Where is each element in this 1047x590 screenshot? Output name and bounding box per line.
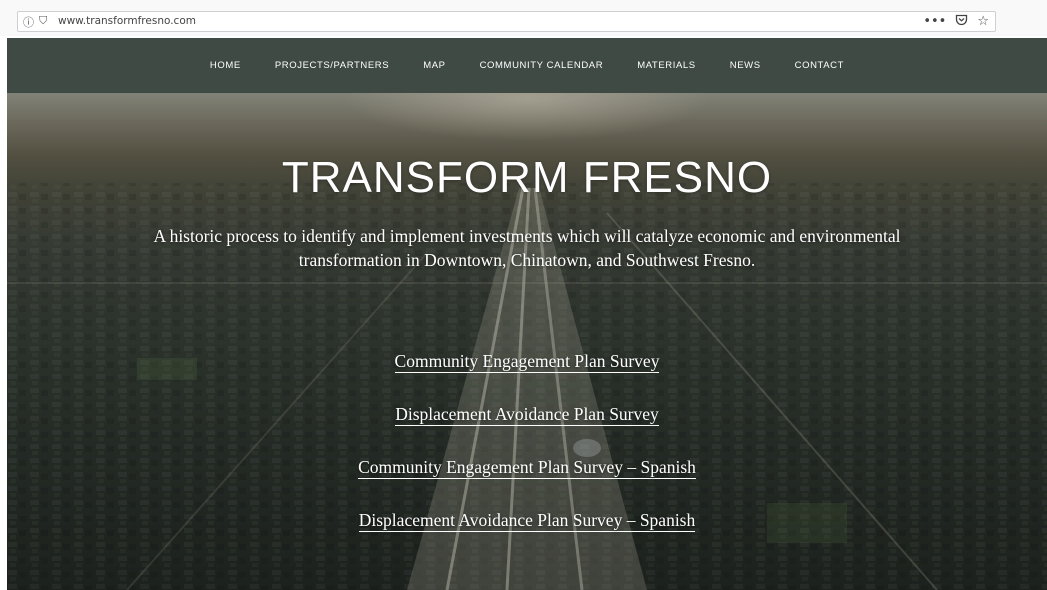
nav-item-projects-partners[interactable]: PROJECTS/PARTNERS bbox=[275, 60, 389, 71]
link-label[interactable]: Displacement Avoidance Plan Survey – Spa… bbox=[358, 510, 696, 532]
star-icon[interactable]: ☆ bbox=[977, 14, 989, 29]
browser-toolbar: ⓘ ⛉ www.transformfresno.com ••• ☆ bbox=[0, 0, 1047, 36]
link-label[interactable]: Community Engagement Plan Survey bbox=[394, 351, 660, 373]
address-bar-icons: ⓘ ⛉ bbox=[23, 14, 47, 30]
displacement-avoidance-survey-spanish-link[interactable]: Displacement Avoidance Plan Survey – Spa… bbox=[7, 510, 1047, 532]
nav-item-home[interactable]: HOME bbox=[210, 60, 241, 71]
nav-item-community-calendar[interactable]: COMMUNITY CALENDAR bbox=[480, 60, 604, 71]
info-icon[interactable]: ⓘ bbox=[23, 14, 34, 30]
address-bar-actions: ••• ☆ bbox=[923, 13, 989, 30]
nav-item-news[interactable]: NEWS bbox=[730, 60, 761, 71]
link-label[interactable]: Displacement Avoidance Plan Survey bbox=[395, 404, 659, 426]
nav-item-map[interactable]: MAP bbox=[423, 60, 445, 71]
shield-icon[interactable]: ⛉ bbox=[39, 14, 47, 30]
website: HOME PROJECTS/PARTNERS MAP COMMUNITY CAL… bbox=[7, 38, 1047, 590]
hero-section: TRANSFORM FRESNO A historic process to i… bbox=[7, 93, 1047, 590]
displacement-avoidance-survey-link[interactable]: Displacement Avoidance Plan Survey bbox=[7, 404, 1047, 426]
link-label[interactable]: Community Engagement Plan Survey – Spani… bbox=[358, 457, 696, 479]
nav-item-materials[interactable]: MATERIALS bbox=[637, 60, 696, 71]
community-engagement-survey-spanish-link[interactable]: Community Engagement Plan Survey – Spani… bbox=[7, 457, 1047, 479]
page-actions-menu-icon[interactable]: ••• bbox=[923, 14, 946, 29]
url-text[interactable]: www.transformfresno.com bbox=[58, 15, 196, 27]
main-nav: HOME PROJECTS/PARTNERS MAP COMMUNITY CAL… bbox=[7, 38, 1047, 93]
address-bar[interactable]: ⓘ ⛉ www.transformfresno.com ••• ☆ bbox=[17, 11, 996, 32]
hero-subtitle: A historic process to identify and imple… bbox=[153, 226, 901, 270]
pocket-icon[interactable] bbox=[955, 13, 968, 30]
page-title: TRANSFORM FRESNO bbox=[281, 153, 773, 202]
community-engagement-survey-link[interactable]: Community Engagement Plan Survey bbox=[7, 351, 1047, 373]
nav-item-contact[interactable]: CONTACT bbox=[795, 60, 844, 71]
